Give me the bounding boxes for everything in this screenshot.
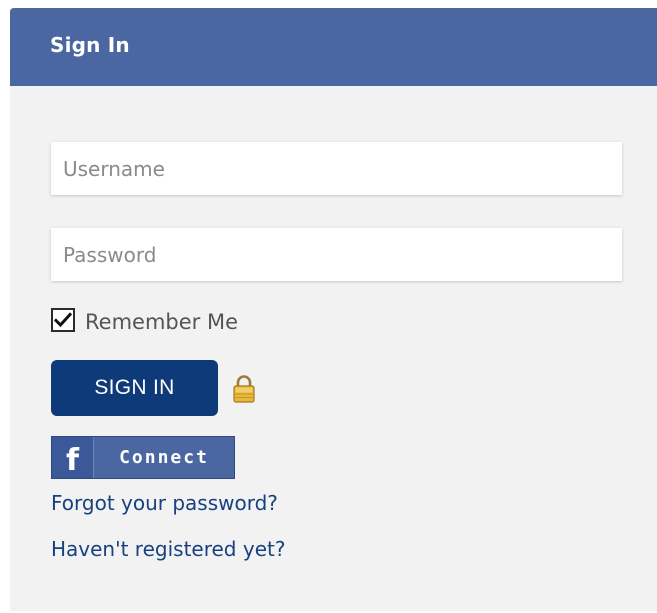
remember-me-label: Remember Me [85,310,238,334]
sign-in-panel: Sign In Remember Me SIGN IN f Connect Fo… [10,8,657,611]
sign-in-button[interactable]: SIGN IN [51,360,218,416]
username-input[interactable] [51,142,622,195]
facebook-f-icon: f [52,437,94,478]
remember-me-row[interactable]: Remember Me [51,305,238,335]
register-link[interactable]: Haven't registered yet? [51,537,285,561]
password-input[interactable] [51,228,622,281]
forgot-password-link[interactable]: Forgot your password? [51,491,278,515]
panel-title: Sign In [50,33,130,57]
facebook-connect-label: Connect [119,447,209,468]
remember-me-checkbox[interactable] [51,308,75,332]
lock-icon [233,375,255,403]
facebook-connect-button[interactable]: f Connect [51,436,235,479]
checkmark-icon [54,312,72,328]
panel-header: Sign In [10,8,657,86]
